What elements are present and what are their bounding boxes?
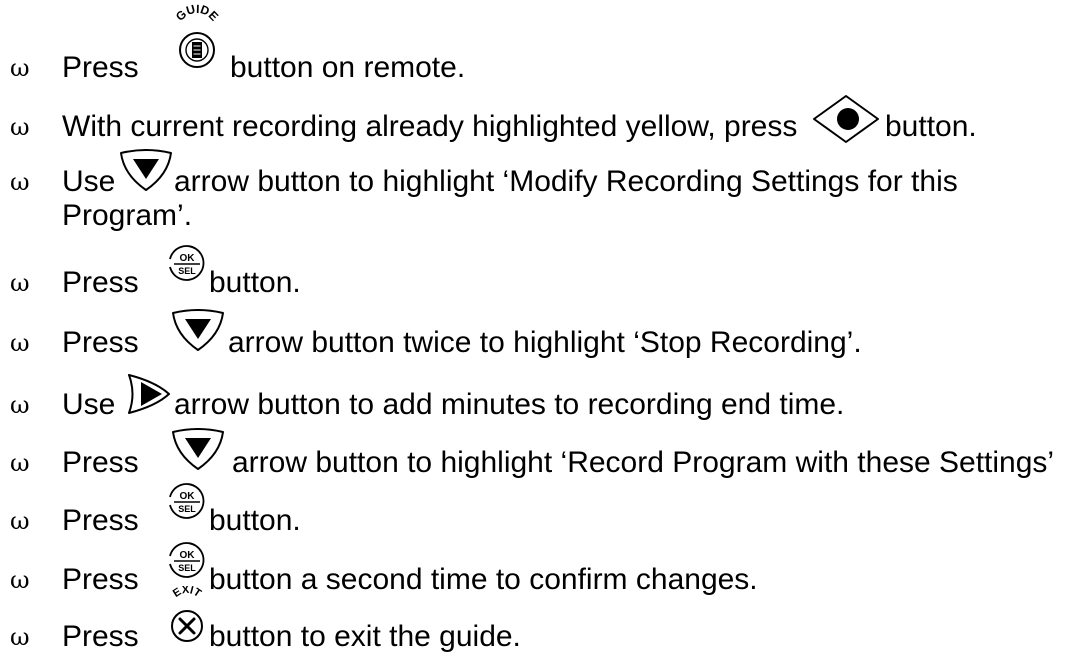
step-8-text-before: Press xyxy=(62,504,139,537)
down-arrow-button-icon xyxy=(120,149,172,191)
svg-text:GUIDE: GUIDE xyxy=(173,2,221,24)
exit-label: EXIT xyxy=(171,586,204,600)
step-7-text-after: arrow button to highlight ‘Record Progra… xyxy=(232,446,1055,479)
sel-label: SEL xyxy=(178,563,196,573)
step-9-text-after: button a second time to confirm changes. xyxy=(209,563,758,596)
record-button-icon xyxy=(813,95,879,143)
step-4-text-after: button. xyxy=(209,266,301,299)
ok-sel-button-icon: OK SEL xyxy=(169,483,205,519)
bullet: ω xyxy=(10,391,30,419)
ok-label: OK xyxy=(180,491,196,502)
step-5-text-after: arrow button twice to highlight ‘Stop Re… xyxy=(228,326,862,359)
step-10-text-before: Press xyxy=(62,620,139,653)
down-arrow-button-icon xyxy=(172,428,224,470)
bullet: ω xyxy=(10,449,30,477)
down-arrow-button-icon xyxy=(172,309,224,351)
step-6-text-after: arrow button to add minutes to recording… xyxy=(174,388,845,421)
step-7-text-before: Press xyxy=(62,446,139,479)
step-1-text-before: Press xyxy=(62,51,139,84)
sel-label: SEL xyxy=(178,504,196,514)
instruction-page: { "bullet": "ω", "steps": [ {"a": "Press… xyxy=(0,0,1091,667)
bullet: ω xyxy=(10,623,30,651)
step-2-text-before: With current recording already highlight… xyxy=(62,110,798,143)
bullet: ω xyxy=(10,507,30,535)
step-6-text-before: Use xyxy=(62,388,116,421)
step-2-text-after: button. xyxy=(885,110,977,143)
guide-label: GUIDE xyxy=(173,2,221,24)
exit-button-icon: EXIT xyxy=(171,586,204,642)
step-4-text-before: Press xyxy=(62,266,139,299)
bullet: ω xyxy=(10,329,30,357)
svg-text:EXIT: EXIT xyxy=(171,586,204,600)
bullet: ω xyxy=(10,113,30,141)
bullet: ω xyxy=(10,168,30,196)
guide-button-icon: GUIDE xyxy=(173,2,221,68)
ok-sel-button-icon: OK SEL xyxy=(169,542,205,578)
step-9-text-before: Press xyxy=(62,563,139,596)
ok-label: OK xyxy=(180,253,196,264)
ok-label: OK xyxy=(180,550,196,561)
step-8-text-after: button. xyxy=(209,504,301,537)
step-3-text-before: Use xyxy=(62,165,116,198)
step-10-text-after: button to exit the guide. xyxy=(209,620,521,653)
bullet: ω xyxy=(10,269,30,297)
right-arrow-button-icon xyxy=(128,374,170,414)
sel-label: SEL xyxy=(178,266,196,276)
step-1-text-after: button on remote. xyxy=(230,51,466,84)
bullet: ω xyxy=(10,566,30,594)
step-3-text-line2: Program’. xyxy=(62,199,193,232)
bullet: ω xyxy=(10,54,30,82)
step-5-text-before: Press xyxy=(62,326,139,359)
ok-sel-button-icon: OK SEL xyxy=(169,245,205,281)
step-3-text-after: arrow button to highlight ‘Modify Record… xyxy=(174,165,958,198)
